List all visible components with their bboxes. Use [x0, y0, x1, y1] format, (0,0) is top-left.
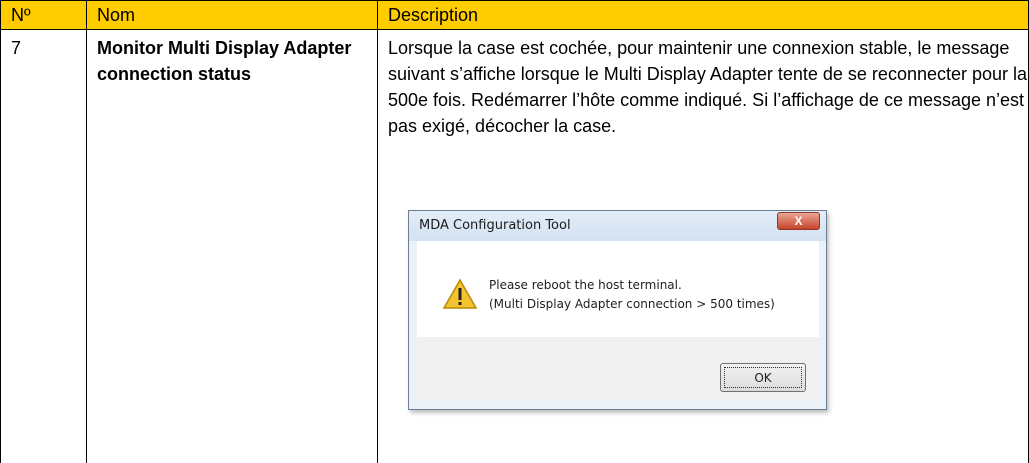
mda-dialog-screenshot: MDA Configuration Tool X Please reboot t… — [408, 210, 827, 410]
table-header-row: Nº Nom Description — [0, 0, 1029, 29]
warning-icon — [442, 278, 478, 309]
header-no: Nº — [11, 5, 31, 25]
table-border-top — [0, 0, 1029, 1]
parameter-table: Nº Nom Description 7 Monitor Multi Displ… — [0, 0, 1029, 463]
ok-button-label: OK — [724, 367, 802, 388]
dialog-title: MDA Configuration Tool — [419, 218, 571, 233]
dialog-message-line2: (Multi Display Adapter connection > 500 … — [489, 297, 775, 311]
dialog-titlebar: MDA Configuration Tool X — [409, 211, 826, 241]
column-divider-2 — [377, 0, 378, 463]
row-number: 7 — [11, 38, 22, 58]
header-description: Description — [388, 5, 479, 25]
header-separator — [0, 29, 1029, 30]
header-nom: Nom — [97, 5, 136, 25]
table-border-left — [0, 0, 1, 463]
dialog-message-line1: Please reboot the host terminal. — [489, 278, 682, 292]
parameter-name: Monitor Multi Display Adapter connection… — [97, 38, 352, 84]
ok-button: OK — [720, 363, 806, 392]
close-button: X — [777, 212, 820, 230]
parameter-description: Lorsque la case est cochée, pour mainten… — [388, 38, 1028, 136]
column-divider-1 — [86, 0, 87, 463]
